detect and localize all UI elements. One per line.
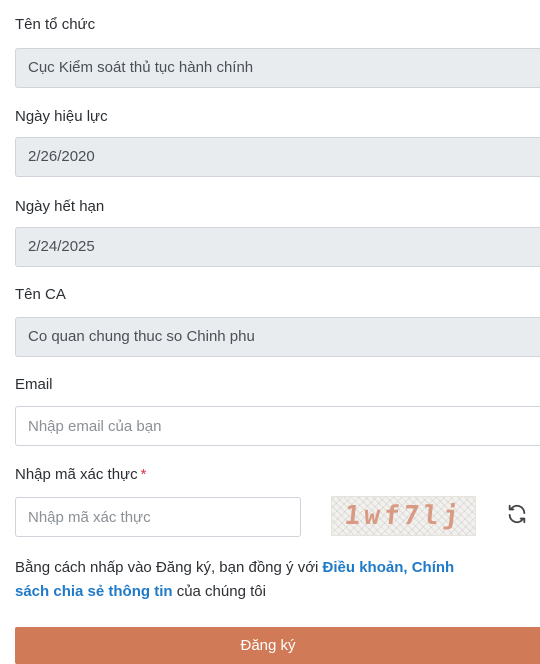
captcha-image-text: 1wf7lj (342, 501, 465, 531)
refresh-icon[interactable] (506, 503, 528, 525)
policy-link[interactable]: sách chia sẻ thông tin (15, 583, 173, 600)
register-button[interactable]: Đăng ký (15, 627, 540, 664)
org-name-field: Cục Kiểm soát thủ tục hành chính (15, 48, 540, 88)
required-mark: * (140, 466, 147, 483)
clipped-text-above (0, 0, 540, 8)
terms-link[interactable]: Điều khoản, Chính (323, 559, 455, 576)
valid-from-label: Ngày hiệu lực (15, 108, 108, 125)
registration-form: Tên tổ chức Cục Kiểm soát thủ tục hành c… (0, 0, 540, 664)
captcha-input[interactable] (15, 497, 301, 537)
terms-prefix: Bằng cách nhấp vào Đăng ký, bạn đồng ý v… (15, 559, 323, 576)
email-label: Email (15, 376, 53, 393)
captcha-label: Nhập mã xác thực * (15, 465, 146, 485)
valid-from-field: 2/26/2020 (15, 137, 540, 177)
ca-name-label: Tên CA (15, 286, 66, 303)
ca-name-field: Co quan chung thuc so Chinh phu (15, 317, 540, 357)
terms-suffix: của chúng tôi (172, 583, 266, 600)
captcha-image: 1wf7lj (331, 496, 476, 536)
valid-to-label: Ngày hết hạn (15, 198, 105, 215)
email-input[interactable] (15, 406, 540, 446)
org-name-label: Tên tổ chức (15, 16, 96, 33)
captcha-label-text: Nhập mã xác thực (15, 466, 138, 483)
valid-to-field: 2/24/2025 (15, 227, 540, 267)
terms-text: Bằng cách nhấp vào Đăng ký, bạn đồng ý v… (15, 556, 540, 604)
